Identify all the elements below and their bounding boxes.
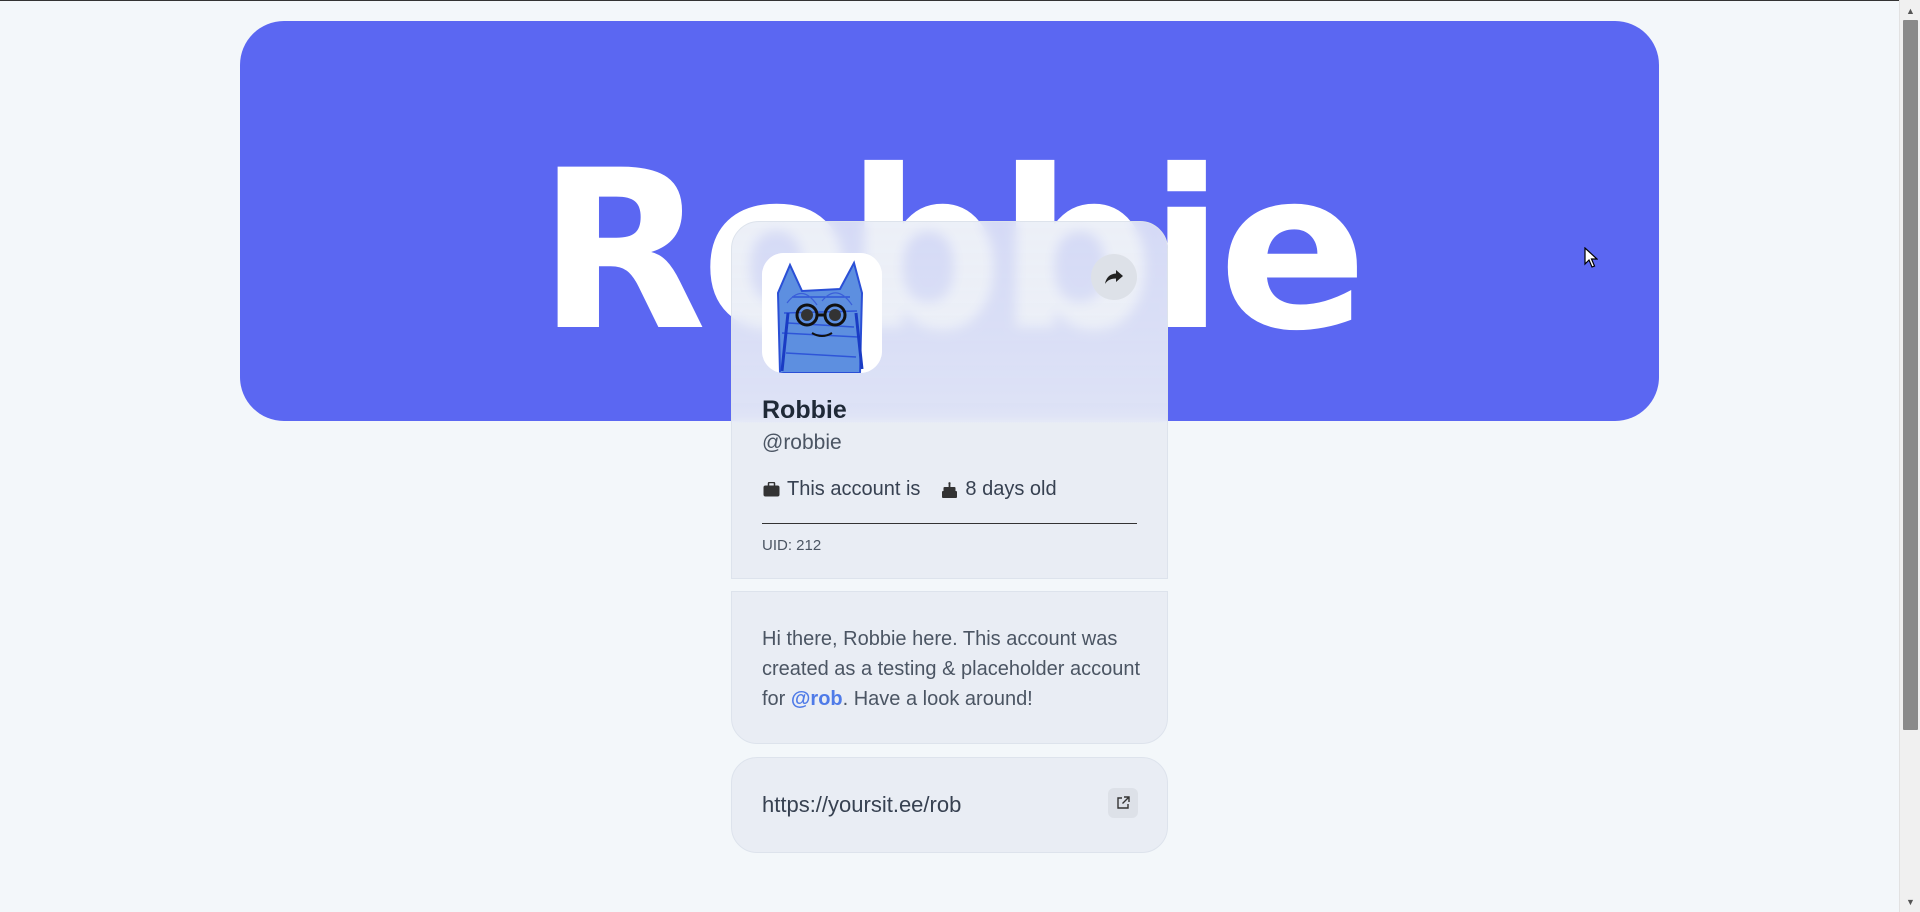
account-status-label: This account is	[787, 478, 921, 500]
cat-drawing-avatar-icon	[762, 253, 882, 373]
share-icon	[1105, 270, 1123, 284]
link-card[interactable]: https://yoursit.ee/rob	[731, 757, 1168, 853]
scroll-up-arrow-icon[interactable]: ▲	[1900, 2, 1920, 19]
external-link-icon	[1117, 796, 1130, 809]
mouse-cursor-icon	[1584, 247, 1598, 268]
username-handle: @robbie	[762, 431, 842, 454]
user-id: UID: 212	[762, 537, 822, 554]
briefcase-icon	[762, 481, 780, 499]
display-name: Robbie	[762, 396, 847, 424]
vertical-scrollbar[interactable]: ▲ ▼	[1899, 0, 1920, 912]
profile-card: Robbie @robbie This account is 8 days ol…	[731, 221, 1168, 579]
avatar	[762, 253, 882, 373]
bio-text-end: . Have a look around!	[842, 688, 1033, 710]
external-link-button[interactable]	[1108, 788, 1138, 818]
scroll-down-arrow-icon[interactable]: ▼	[1900, 893, 1920, 910]
bio-text: Hi there, Robbie here. This account was …	[762, 624, 1147, 714]
scrollbar-thumb[interactable]	[1903, 20, 1918, 730]
link-url[interactable]: https://yoursit.ee/rob	[762, 792, 961, 818]
divider	[762, 523, 1137, 524]
window-top-border	[0, 0, 1900, 1]
account-meta: This account is 8 days old	[762, 478, 1057, 501]
bio-card: Hi there, Robbie here. This account was …	[731, 591, 1168, 744]
birthday-cake-icon	[940, 481, 958, 499]
account-age: 8 days old	[965, 478, 1057, 500]
share-button[interactable]	[1091, 254, 1137, 300]
mention-link[interactable]: @rob	[791, 688, 843, 710]
